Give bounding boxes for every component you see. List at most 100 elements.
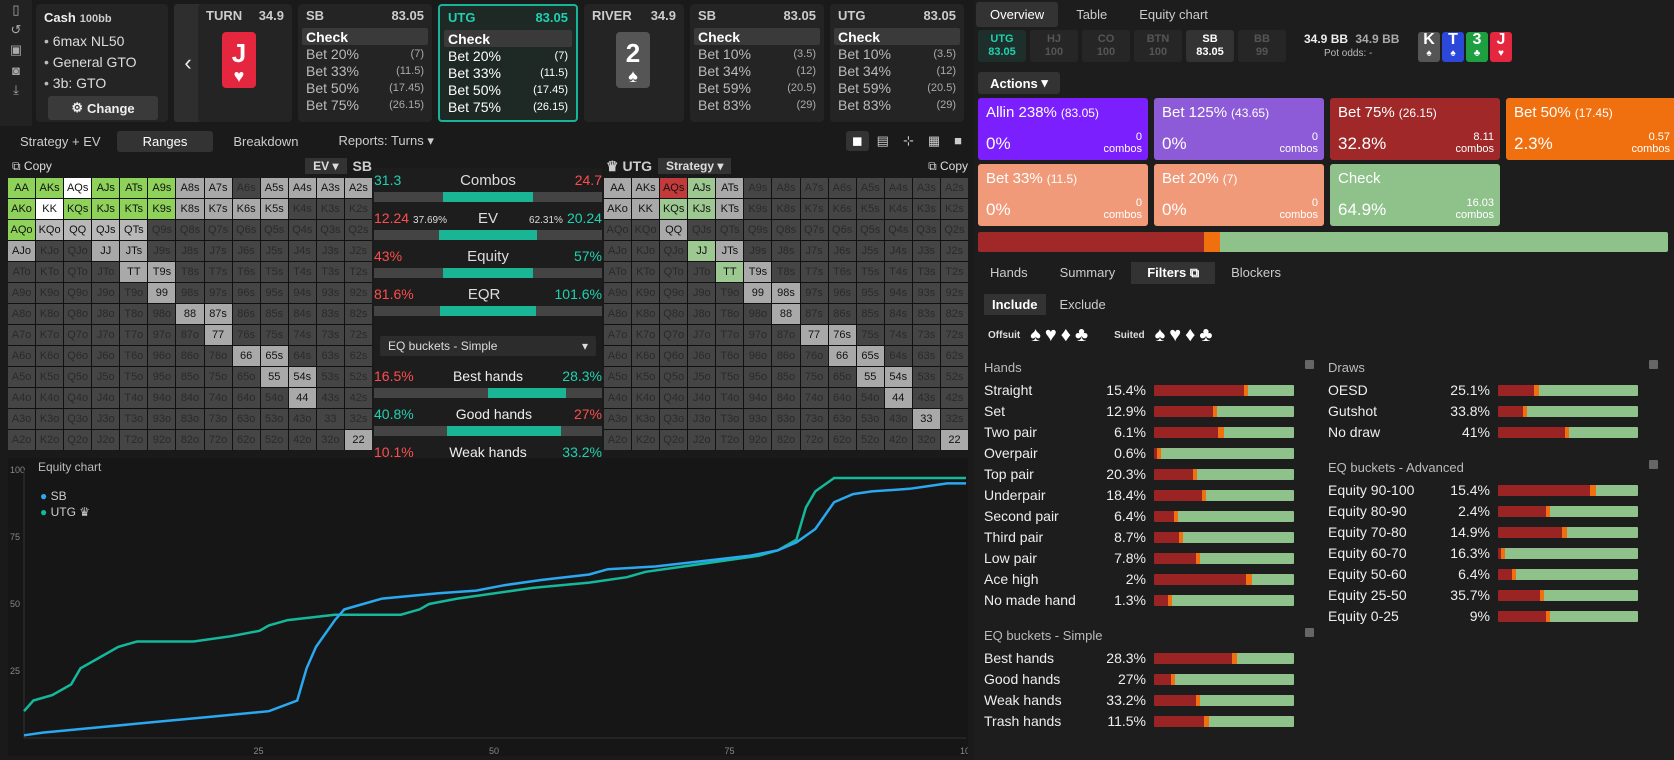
hand-cell[interactable]: 95o — [744, 367, 772, 387]
hand-cell[interactable]: Q7o — [660, 325, 688, 345]
suited-diamond-icon[interactable]: ♦ — [1185, 324, 1195, 347]
hand-cell[interactable]: T6o — [716, 346, 744, 366]
hand-cell[interactable]: 75s — [856, 325, 884, 345]
action-option[interactable]: Bet 34% (12) — [698, 62, 816, 79]
hand-cell[interactable]: A4o — [604, 388, 632, 408]
hand-cell[interactable]: A8s — [772, 178, 800, 198]
hand-cell[interactable]: Q9o — [660, 283, 688, 303]
hand-cell[interactable]: 32o — [912, 430, 940, 450]
hand-cell[interactable]: 66 — [828, 346, 856, 366]
hand-cell[interactable]: 87s — [204, 304, 232, 324]
hand-cell[interactable]: KTs — [120, 199, 148, 219]
hand-cell[interactable]: 72s — [344, 325, 372, 345]
hand-cell[interactable]: 77 — [800, 325, 828, 345]
hand-cell[interactable]: T7o — [120, 325, 148, 345]
hand-cell[interactable]: KQs — [64, 199, 92, 219]
hand-cell[interactable]: T4s — [288, 262, 316, 282]
grid-icon[interactable]: ▦ — [922, 131, 946, 151]
hand-cell[interactable]: AKo — [8, 199, 36, 219]
hand-cell[interactable]: 75o — [204, 367, 232, 387]
hand-cell[interactable]: 42s — [344, 388, 372, 408]
hand-cell[interactable]: K5s — [856, 199, 884, 219]
hand-cell[interactable]: JTo — [688, 262, 716, 282]
hand-cell[interactable]: 95s — [260, 283, 288, 303]
hand-cell[interactable]: JJ — [688, 241, 716, 261]
hand-cell[interactable]: A9s — [744, 178, 772, 198]
hand-cell[interactable]: T3s — [912, 262, 940, 282]
hand-cell[interactable]: K2o — [36, 430, 64, 450]
filter-row[interactable]: Second pair 6.4% — [984, 506, 1294, 526]
hand-cell[interactable]: QTs — [120, 220, 148, 240]
hand-cell[interactable]: T8o — [716, 304, 744, 324]
hand-cell[interactable]: 88 — [176, 304, 204, 324]
hand-cell[interactable]: 94s — [288, 283, 316, 303]
checkbox[interactable] — [1649, 460, 1658, 469]
hand-cell[interactable]: 63o — [232, 409, 260, 429]
hand-cell[interactable]: 94o — [744, 388, 772, 408]
hand-cell[interactable]: 52o — [856, 430, 884, 450]
hand-cell[interactable]: KTo — [632, 262, 660, 282]
hand-cell[interactable]: 97s — [204, 283, 232, 303]
hand-cell[interactable]: 84s — [884, 304, 912, 324]
hand-cell[interactable]: 98o — [744, 304, 772, 324]
hand-cell[interactable]: 43o — [288, 409, 316, 429]
hand-cell[interactable]: 93o — [148, 409, 176, 429]
hand-cell[interactable]: 92s — [344, 283, 372, 303]
hand-cell[interactable]: J8s — [176, 241, 204, 261]
hand-cell[interactable]: J6o — [92, 346, 120, 366]
hand-cell[interactable]: T9o — [716, 283, 744, 303]
tab-breakdown[interactable]: Breakdown — [213, 131, 318, 152]
square-icon[interactable]: ■ — [948, 131, 968, 151]
hand-cell[interactable]: 99 — [148, 283, 176, 303]
hand-cell[interactable]: 55 — [856, 367, 884, 387]
hand-cell[interactable]: T9o — [120, 283, 148, 303]
hand-cell[interactable]: 74s — [288, 325, 316, 345]
hand-cell[interactable]: 43s — [912, 388, 940, 408]
hand-cell[interactable]: 52o — [260, 430, 288, 450]
hand-cell[interactable]: JJ — [92, 241, 120, 261]
hand-cell[interactable]: KJs — [688, 199, 716, 219]
position-bb[interactable]: BB 99 — [1238, 30, 1286, 62]
street-turn[interactable]: TURN 34.9 J ♥ — [198, 4, 292, 122]
hand-cell[interactable]: 22 — [940, 430, 968, 450]
hand-cell[interactable]: 73o — [800, 409, 828, 429]
action-option[interactable]: Bet 75% (26.15) — [306, 96, 424, 113]
hand-cell[interactable]: 87o — [772, 325, 800, 345]
hand-cell[interactable]: 65o — [232, 367, 260, 387]
filter-row[interactable]: Weak hands 33.2% — [984, 690, 1294, 710]
hand-cell[interactable]: T3o — [120, 409, 148, 429]
hand-cell[interactable]: 44 — [884, 388, 912, 408]
hand-cell[interactable]: J9s — [744, 241, 772, 261]
hand-cell[interactable]: AJo — [604, 241, 632, 261]
hand-cell[interactable]: 84s — [288, 304, 316, 324]
exclude-button[interactable]: Exclude — [1052, 294, 1114, 315]
hand-cell[interactable]: A6o — [604, 346, 632, 366]
hand-cell[interactable]: 75s — [260, 325, 288, 345]
hand-cell[interactable]: 62s — [940, 346, 968, 366]
checkbox[interactable] — [1649, 360, 1658, 369]
action-card[interactable]: Allin 238% (83.05) 0% 0 combos — [978, 98, 1148, 160]
hand-cell[interactable]: KQo — [36, 220, 64, 240]
hand-cell[interactable]: K9s — [148, 199, 176, 219]
hand-cell[interactable]: 64s — [884, 346, 912, 366]
hand-cell[interactable]: K9s — [744, 199, 772, 219]
hand-cell[interactable]: 86o — [176, 346, 204, 366]
hand-cell[interactable]: T5o — [716, 367, 744, 387]
hand-cell[interactable]: 54o — [856, 388, 884, 408]
hand-cell[interactable]: K7s — [800, 199, 828, 219]
hand-cell[interactable]: J4s — [884, 241, 912, 261]
action-option[interactable]: Bet 20% (7) — [306, 45, 424, 62]
hand-cell[interactable]: 54o — [260, 388, 288, 408]
hand-cell[interactable]: Q6o — [660, 346, 688, 366]
hand-cell[interactable]: K3o — [36, 409, 64, 429]
position-sb[interactable]: SB 83.05 — [1186, 30, 1234, 62]
hand-cell[interactable]: J8s — [772, 241, 800, 261]
hand-cell[interactable]: K2s — [344, 199, 372, 219]
hand-cell[interactable]: Q4o — [64, 388, 92, 408]
hand-cell[interactable]: T3s — [316, 262, 344, 282]
filter-row[interactable]: Overpair 0.6% — [984, 443, 1294, 463]
hand-cell[interactable]: J6s — [232, 241, 260, 261]
hand-cell[interactable]: J8o — [688, 304, 716, 324]
hand-cell[interactable]: 54s — [884, 367, 912, 387]
hand-cell[interactable]: 82s — [344, 304, 372, 324]
